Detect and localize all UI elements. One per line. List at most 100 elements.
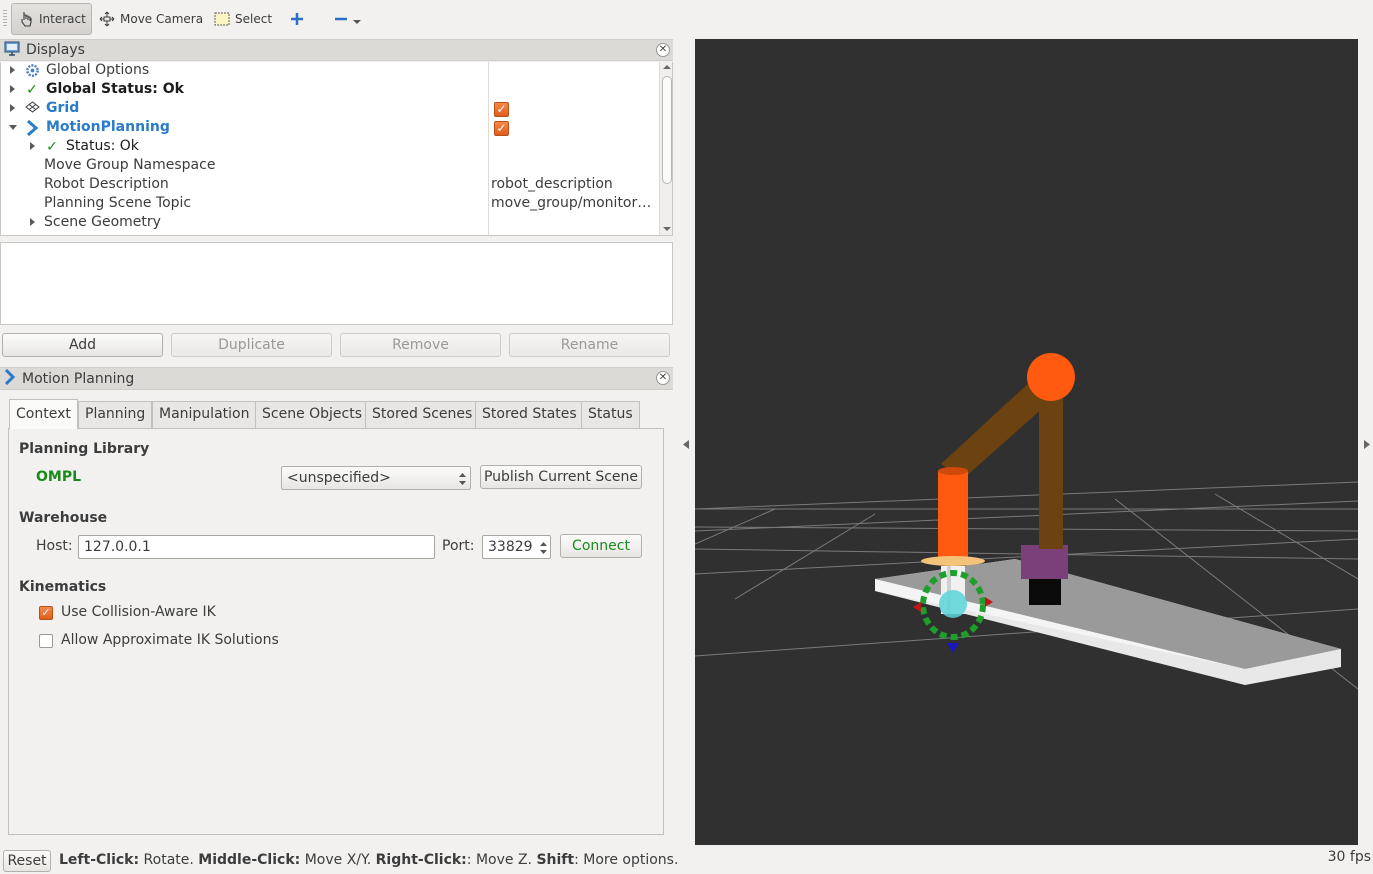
expand-arrow-icon[interactable]: [30, 218, 35, 226]
tree-row-scene-geometry[interactable]: Scene Geometry: [1, 214, 658, 233]
minus-icon: [334, 12, 348, 26]
tree-row-motion-planning[interactable]: MotionPlanning ✓: [1, 119, 658, 138]
motion-planning-panel-header: Motion Planning ✕: [0, 367, 673, 390]
tree-row-planning-scene-topic[interactable]: Planning Scene Topic move_group/monitor…: [1, 195, 658, 214]
chevron-down-icon: [353, 12, 361, 26]
close-icon[interactable]: ✕: [656, 371, 670, 385]
column-divider[interactable]: [488, 62, 489, 235]
tree-scrollbar[interactable]: [659, 62, 672, 235]
tab-stored-scenes[interactable]: Stored Scenes: [365, 401, 480, 428]
reset-button[interactable]: Reset: [3, 850, 51, 872]
remove-display-button[interactable]: Remove: [340, 333, 501, 357]
select-tool-button[interactable]: Select: [208, 3, 278, 35]
expand-arrow-icon[interactable]: [10, 104, 15, 112]
scrollbar-thumb[interactable]: [662, 76, 672, 184]
hint-rotate: Rotate.: [139, 852, 199, 868]
collapse-left-icon[interactable]: [683, 437, 690, 453]
approximate-ik-label: Allow Approximate IK Solutions: [61, 632, 279, 648]
tree-label: Scene Geometry: [44, 214, 161, 230]
wrist-cap: [938, 467, 968, 475]
kinematics-heading: Kinematics: [19, 579, 107, 595]
planning-library-heading: Planning Library: [19, 441, 150, 457]
marker-x-arrow-icon[interactable]: [913, 602, 921, 612]
planner-select-value: <unspecified>: [287, 470, 391, 486]
expand-arrow-icon[interactable]: [30, 142, 35, 150]
tab-manipulation[interactable]: Manipulation: [152, 401, 257, 428]
tree-label: Planning Scene Topic: [44, 195, 192, 211]
tree-label: Move Group Namespace: [44, 157, 216, 173]
port-value: 33829: [488, 539, 533, 555]
render-viewport[interactable]: [695, 39, 1358, 845]
hint-move-xy: Move X/Y.: [300, 852, 376, 868]
grid-icon: [24, 101, 40, 117]
fps-readout: 30 fps: [1327, 849, 1371, 865]
tree-row-global-options[interactable]: Global Options: [1, 62, 658, 81]
tab-planning[interactable]: Planning: [78, 401, 153, 428]
tab-scene-objects[interactable]: Scene Objects: [255, 401, 370, 428]
interact-tool-button[interactable]: Interact: [11, 3, 92, 35]
base-block: [1029, 579, 1061, 605]
tree-value[interactable]: robot_description: [491, 176, 613, 192]
spin-arrows-icon: [459, 471, 466, 493]
add-display-button[interactable]: Add: [2, 333, 163, 357]
scene-render: [695, 353, 1358, 690]
collision-aware-ik-checkbox[interactable]: ✓: [39, 606, 53, 620]
publish-current-scene-button[interactable]: Publish Current Scene: [480, 465, 642, 489]
planning-library-name: OMPL: [36, 469, 82, 485]
duplicate-display-button[interactable]: Duplicate: [171, 333, 332, 357]
tab-status[interactable]: Status: [581, 401, 640, 428]
display-description-area: [0, 242, 673, 325]
host-input[interactable]: 127.0.0.1: [78, 535, 435, 559]
move-camera-label: Move Camera: [120, 12, 204, 26]
tab-stored-states[interactable]: Stored States: [475, 401, 584, 428]
move-camera-icon: [99, 11, 115, 27]
displays-tree: Global Options ✓ Global Status: Ok Grid …: [0, 62, 673, 236]
tree-row-grid[interactable]: Grid ✓: [1, 100, 658, 119]
rename-display-button[interactable]: Rename: [509, 333, 670, 357]
elbow-joint: [1027, 353, 1075, 401]
move-camera-tool-button[interactable]: Move Camera: [93, 3, 209, 35]
port-label: Port:: [442, 538, 475, 554]
marker-sphere[interactable]: [939, 590, 967, 618]
tree-label: Global Options: [46, 62, 150, 78]
toolbar-grip[interactable]: [3, 10, 7, 28]
tab-context[interactable]: Context: [9, 399, 78, 429]
tree-row-move-group-namespace[interactable]: Move Group Namespace: [1, 157, 658, 176]
approximate-ik-checkbox[interactable]: [39, 634, 53, 648]
status-bar: Reset Left-Click: Rotate. Middle-Click: …: [0, 848, 1373, 874]
warehouse-heading: Warehouse: [19, 510, 108, 526]
motion-planning-enabled-checkbox[interactable]: ✓: [494, 121, 509, 136]
planner-select[interactable]: <unspecified>: [281, 466, 471, 490]
host-label: Host:: [36, 538, 73, 554]
port-spinbox[interactable]: 33829: [482, 535, 551, 559]
displays-panel-title: Displays: [26, 42, 85, 58]
tree-label: Grid: [46, 100, 80, 116]
spin-arrows-icon[interactable]: [540, 540, 547, 562]
motion-planning-panel-title: Motion Planning: [22, 370, 135, 387]
tree-label: Status: Ok: [66, 138, 139, 154]
grid-enabled-checkbox[interactable]: ✓: [494, 102, 509, 117]
select-label: Select: [235, 12, 273, 26]
tree-row-status[interactable]: ✓ Status: Ok: [1, 138, 658, 157]
add-tool-button[interactable]: [284, 3, 310, 35]
motion-planning-icon: [4, 368, 16, 389]
upper-link: [1039, 389, 1063, 549]
hint-more: : More options.: [574, 852, 679, 868]
tree-row-robot-description[interactable]: Robot Description robot_description: [1, 176, 658, 195]
connect-button[interactable]: Connect: [560, 534, 642, 558]
collapse-arrow-icon[interactable]: [9, 125, 17, 130]
wrist-flange: [921, 556, 985, 566]
collapse-right-icon[interactable]: [1363, 437, 1370, 453]
tree-value[interactable]: move_group/monitor…: [491, 195, 651, 211]
tree-row-global-status[interactable]: ✓ Global Status: Ok: [1, 81, 658, 100]
expand-arrow-icon[interactable]: [10, 66, 15, 74]
marker-z-arrow-icon[interactable]: [947, 643, 959, 653]
remove-tool-dropdown[interactable]: [328, 3, 367, 35]
tree-label: Global Status: Ok: [46, 81, 184, 97]
tree-label: Robot Description: [44, 176, 169, 192]
close-icon[interactable]: ✕: [656, 43, 670, 57]
hint-move-z: : Move Z.: [466, 852, 537, 868]
expand-arrow-icon[interactable]: [10, 85, 15, 93]
checkmark-icon: ✓: [46, 139, 58, 155]
collision-aware-ik-label: Use Collision-Aware IK: [61, 604, 216, 620]
